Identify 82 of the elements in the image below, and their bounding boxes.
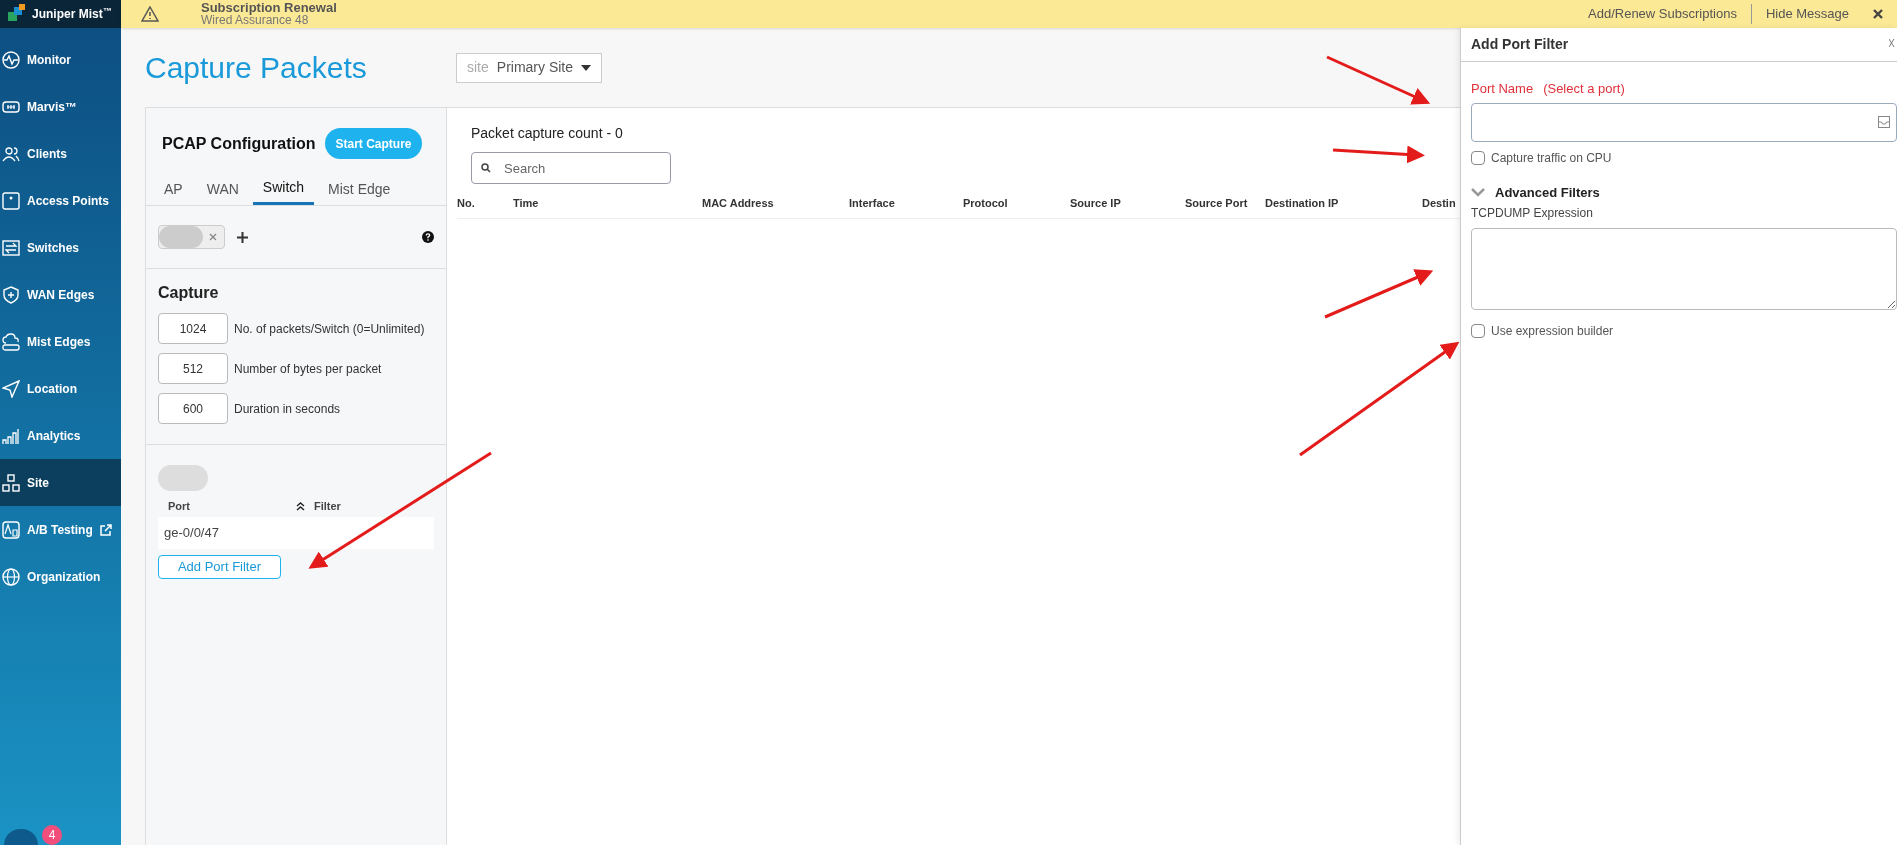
number-field[interactable]: 512 [158,353,228,384]
banner-title: Subscription Renewal [201,1,337,14]
panel-title: PCAP Configuration [162,133,316,154]
column-header: Source IP [1070,197,1121,210]
column-header: Filter [314,498,341,514]
navigation-icon [2,379,20,398]
logo-icon [8,4,28,24]
collapse-icon[interactable] [296,501,305,511]
field-label: Number of bytes per packet [234,360,382,378]
field-label: Port Name [1471,80,1534,98]
tab[interactable]: AP [154,173,193,205]
warning-icon [141,6,159,22]
search-icon [481,163,491,173]
column-header: Destin [1422,197,1456,210]
field-hint: (Select a port) [1543,80,1625,98]
expression-field[interactable] [1471,228,1897,310]
list-icon [1878,116,1890,128]
arrows-icon [2,238,20,257]
cloud-icon [2,332,20,351]
number-field[interactable]: 600 [158,393,228,424]
logo-text: Juniper Mist$^{™}$ [32,5,112,23]
column-header: Protocol [963,197,1008,210]
close-icon[interactable] [1873,9,1883,19]
shield-plus-icon [2,285,20,304]
tab[interactable]: WAN [196,173,249,205]
notification-badge: 4 [42,825,62,845]
help-icon[interactable] [422,231,434,243]
site-selector[interactable]: site Primary Site [456,52,603,83]
drawer-title: Add Port Filter [1471,35,1569,54]
port-name-field[interactable] [1471,102,1897,142]
bar-chart-icon [2,426,20,445]
globe-icon [2,567,20,586]
tab[interactable]: Switch [252,173,315,205]
page-title: Capture Packets [145,50,368,86]
monitor-icon [2,50,20,69]
field-label: TCPDUMP Expression [1471,205,1594,222]
add-icon[interactable] [237,231,248,243]
close-icon[interactable] [1889,38,1895,48]
advanced-filters-toggle[interactable]: Advanced Filters [1471,182,1600,202]
search-field[interactable]: Search [471,152,671,184]
redacted-blur [158,465,208,491]
field-label: Duration in seconds [234,400,341,418]
column-header: MAC Address [702,197,774,210]
field-label: No. of packets/Switch (0=Unlimited) [234,320,425,338]
banner-link[interactable]: Add/Renew Subscriptions [1574,4,1751,24]
banner-link[interactable]: Hide Message [1750,4,1863,24]
column-header: Source Port [1185,197,1248,210]
redacted-blur [159,226,203,248]
chevron-icon [1471,187,1485,197]
nav-item[interactable]: Site [0,459,121,506]
packet-count: Packet capture count - 0 [471,124,624,143]
checkbox-label: Use expression builder [1491,323,1614,340]
column-header: Time [513,197,539,210]
column-header: Interface [849,197,895,210]
ab-icon [2,520,20,539]
nav-item[interactable]: Mist Edges [0,318,121,365]
checkbox-label: Capture traffic on CPU [1491,149,1612,167]
nav-item[interactable]: Location [0,365,121,412]
column-header: No. [457,197,475,210]
nav-item[interactable]: Switches [0,224,121,271]
number-field[interactable]: 1024 [158,313,228,344]
caret-icon [581,64,592,71]
column-header: Destination IP [1265,197,1339,210]
section-heading: Capture [158,283,220,303]
table-cell: ge-0/0/47 [158,517,434,549]
nav-item[interactable]: Clients [0,130,121,177]
avatar[interactable] [4,829,38,845]
nav-item[interactable]: Monitor [0,36,121,83]
nav-item[interactable]: Analytics [0,412,121,459]
nav-item[interactable]: Access Points [0,177,121,224]
nav-item[interactable]: WAN Edges [0,271,121,318]
users-icon [2,144,20,163]
column-header: Port [168,498,191,514]
checkbox[interactable] [1471,150,1485,165]
banner-subtitle: Wired Assurance 48 [201,14,310,27]
nav-item[interactable]: A/B Testing [0,506,121,553]
checkbox[interactable] [1471,324,1485,338]
squares-icon [2,473,20,492]
nav-item[interactable]: Marvis™ [0,83,121,130]
nav-item[interactable]: Organization [0,553,121,600]
remove-icon[interactable] [209,233,217,241]
tab[interactable]: Mist Edge [318,173,401,205]
